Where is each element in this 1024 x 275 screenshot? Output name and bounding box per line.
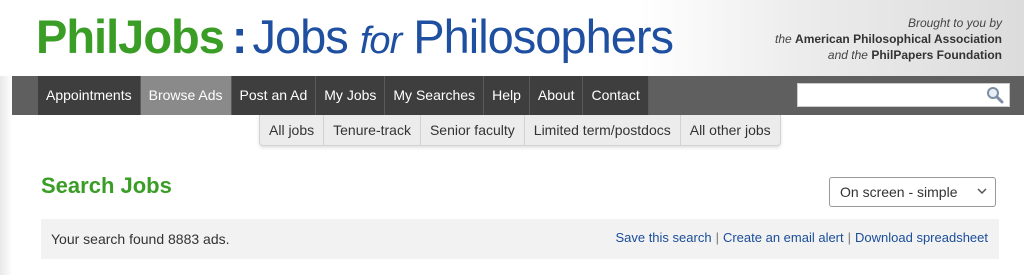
results-count: Your search found 8883 ads. [51, 231, 230, 247]
main-nav: Appointments Browse Ads Post an Ad My Jo… [38, 76, 649, 115]
nav-about[interactable]: About [529, 76, 584, 115]
credits-line1: Brought to you by [907, 16, 1002, 30]
results-bar: Your search found 8883 ads. Save this se… [41, 219, 999, 259]
download-spreadsheet-link[interactable]: Download spreadsheet [855, 230, 988, 245]
nav-my-searches[interactable]: My Searches [385, 76, 485, 115]
search-input[interactable] [798, 84, 978, 106]
credits-line3-prefix: and the [827, 48, 868, 62]
view-mode-select[interactable]: On screen - simple [829, 177, 996, 207]
main-nav-bar: Appointments Browse Ads Post an Ad My Jo… [12, 76, 1024, 115]
subnav-senior-faculty[interactable]: Senior faculty [421, 115, 525, 145]
nav-browse-ads[interactable]: Browse Ads [140, 76, 232, 115]
magnifier-icon[interactable] [986, 86, 1004, 104]
nav-post-an-ad[interactable]: Post an Ad [231, 76, 317, 115]
nav-contact[interactable]: Contact [583, 76, 649, 115]
save-search-link[interactable]: Save this search [615, 230, 711, 245]
nav-my-jobs[interactable]: My Jobs [316, 76, 386, 115]
subnav-all-jobs[interactable]: All jobs [260, 115, 325, 145]
site-logo[interactable]: PhilJobs: Jobs for Philosophers [36, 6, 674, 72]
page-title: Search Jobs [41, 173, 172, 198]
logo-colon: : [231, 10, 248, 63]
subnav-limited-term[interactable]: Limited term/postdocs [525, 115, 681, 145]
credits-line2-prefix: the [775, 32, 792, 46]
nav-help[interactable]: Help [484, 76, 530, 115]
email-alert-link[interactable]: Create an email alert [723, 230, 844, 245]
credits-apa: American Philosophical Association [795, 32, 1002, 46]
credits-philpapers: PhilPapers Foundation [871, 48, 1002, 62]
logo-jobs: Jobs [252, 10, 349, 63]
site-search [797, 83, 1010, 107]
sponsor-credits: Brought to you by the American Philosoph… [775, 15, 1002, 63]
subnav-other-jobs[interactable]: All other jobs [681, 115, 780, 145]
view-mode-value: On screen - simple [840, 184, 958, 200]
logo-philosophers: Philosophers [413, 10, 674, 63]
logo-philjobs: PhilJobs [36, 10, 225, 63]
results-actions: Save this search | Create an email alert | D… [615, 219, 988, 257]
nav-appointments[interactable]: Appointments [38, 76, 141, 115]
link-separator: | [715, 230, 719, 245]
link-separator: | [847, 230, 852, 245]
chevron-down-icon [977, 188, 987, 195]
browse-subnav: All jobs Tenure-track Senior faculty Lim… [259, 115, 781, 146]
site-header: PhilJobs: Jobs for Philosophers Brought t… [0, 0, 1024, 76]
subnav-tenure-track[interactable]: Tenure-track [324, 115, 421, 145]
logo-for: for [359, 20, 402, 62]
